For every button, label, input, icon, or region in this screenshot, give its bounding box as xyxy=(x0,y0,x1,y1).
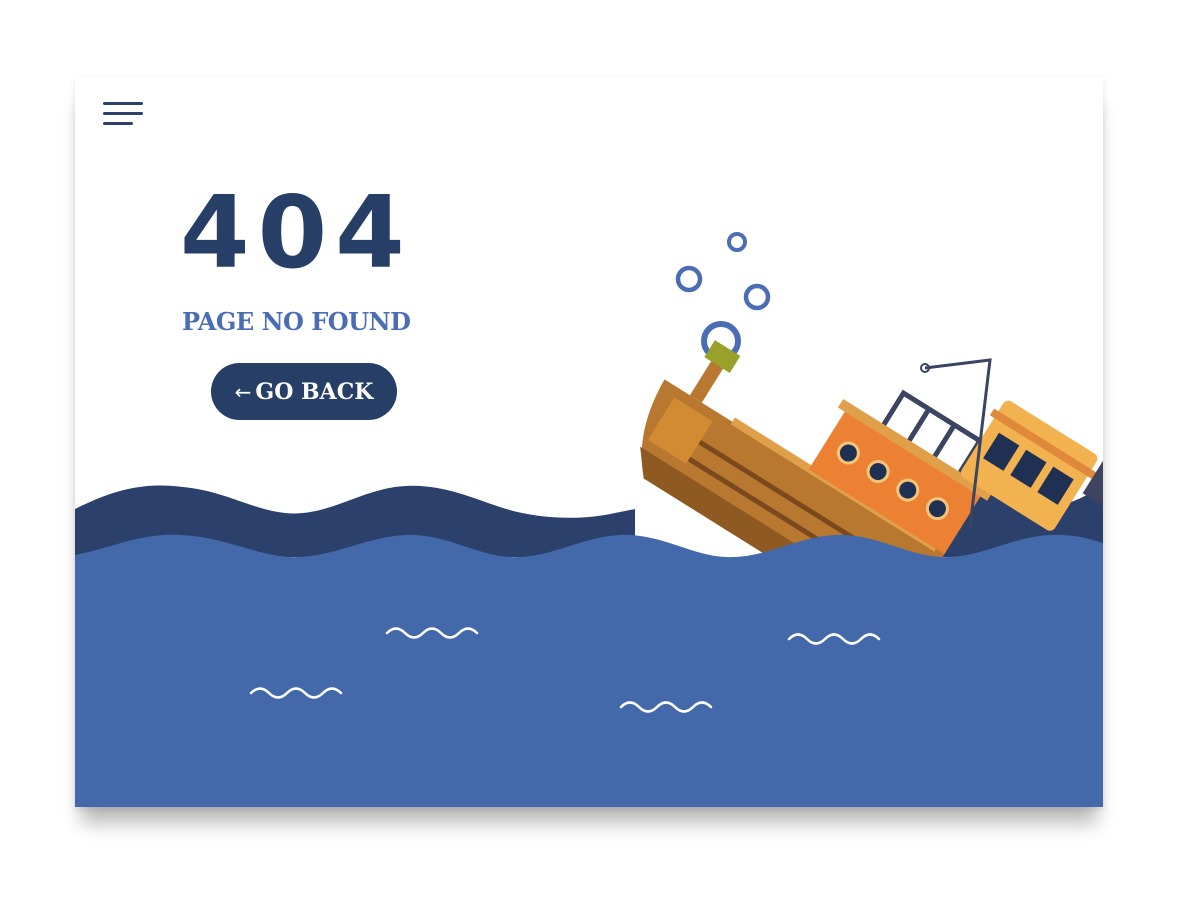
menu-bar xyxy=(103,102,143,105)
bubble xyxy=(727,232,747,252)
go-back-label: GO BACK xyxy=(255,378,374,405)
error-page-card: 404 PAGE NO FOUND ← GO BACK xyxy=(75,77,1103,807)
hamburger-menu-icon[interactable] xyxy=(101,100,145,130)
arrow-left-icon: ← xyxy=(234,379,252,404)
bubble xyxy=(743,283,771,311)
error-code: 404 xyxy=(180,174,413,291)
go-back-button[interactable]: ← GO BACK xyxy=(211,363,397,420)
error-message: PAGE NO FOUND xyxy=(182,307,411,336)
menu-bar xyxy=(103,122,133,125)
menu-bar xyxy=(103,112,143,115)
bubble xyxy=(675,265,703,293)
sea xyxy=(75,534,1103,807)
